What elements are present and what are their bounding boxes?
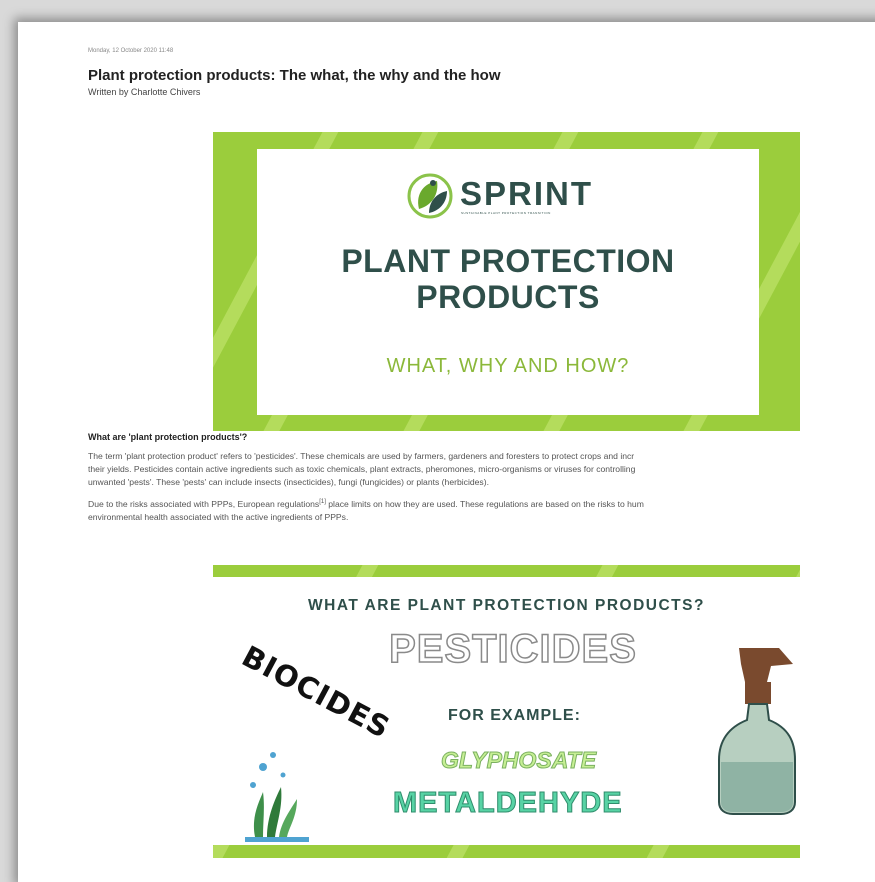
infographic-card: WHAT ARE PLANT PROTECTION PRODUCTS? PEST… (213, 577, 800, 845)
sprint-logo: SPRINT SUSTAINABLE PLANT PROTECTION TRAN… (407, 173, 617, 221)
infographic-image: WHAT ARE PLANT PROTECTION PRODUCTS? PEST… (213, 565, 800, 858)
footnote-link[interactable]: [1] (319, 499, 326, 505)
paragraph-regulations: Due to the risks associated with PPPs, E… (88, 496, 875, 524)
paragraph-line: unwanted 'pests'. These 'pests' can incl… (88, 477, 489, 487)
metaldehyde-label: METALDEHYDE (393, 787, 623, 820)
biocides-label: BIOCIDES (236, 638, 396, 746)
pesticides-label: PESTICIDES (388, 626, 637, 672)
article-date: Monday, 12 October 2020 11:48 (88, 48, 174, 54)
seaweed-icon (245, 752, 309, 842)
paragraph-line: their yields. Pesticides contain active … (88, 464, 636, 474)
hero-subheading: WHAT, WHY AND HOW? (386, 355, 630, 377)
infographic-heading: WHAT ARE PLANT PROTECTION PRODUCTS? (308, 597, 705, 614)
article-page: Monday, 12 October 2020 11:48 Plant prot… (18, 22, 875, 882)
hero-card: SPRINT SUSTAINABLE PLANT PROTECTION TRAN… (257, 149, 759, 415)
hero-banner-image: SPRINT SUSTAINABLE PLANT PROTECTION TRAN… (213, 132, 800, 431)
section-heading: What are 'plant protection products'? (88, 432, 248, 442)
hero-heading: PLANT PROTECTION PRODUCTS (341, 243, 675, 315)
paragraph-line: The term 'plant protection product' refe… (88, 451, 635, 461)
spray-bottle-icon (718, 648, 796, 815)
glyphosate-label: GLYPHOSATE (440, 747, 597, 774)
paragraph-definition: The term 'plant protection product' refe… (88, 450, 875, 489)
logo-text: SPRINT (460, 175, 594, 212)
logo-tagline: SUSTAINABLE PLANT PROTECTION TRANSITION (461, 211, 551, 215)
article-author: Written by Charlotte Chivers (88, 87, 201, 97)
leaf-logo-icon (407, 173, 453, 219)
paragraph-text: place limits on how they are used. These… (325, 498, 644, 509)
for-example-label: FOR EXAMPLE: (448, 707, 581, 724)
paragraph-line: environmental health associated with the… (88, 511, 349, 522)
article-title[interactable]: Plant protection products: The what, the… (88, 67, 501, 84)
paragraph-text: Due to the risks associated with PPPs, E… (88, 498, 320, 509)
